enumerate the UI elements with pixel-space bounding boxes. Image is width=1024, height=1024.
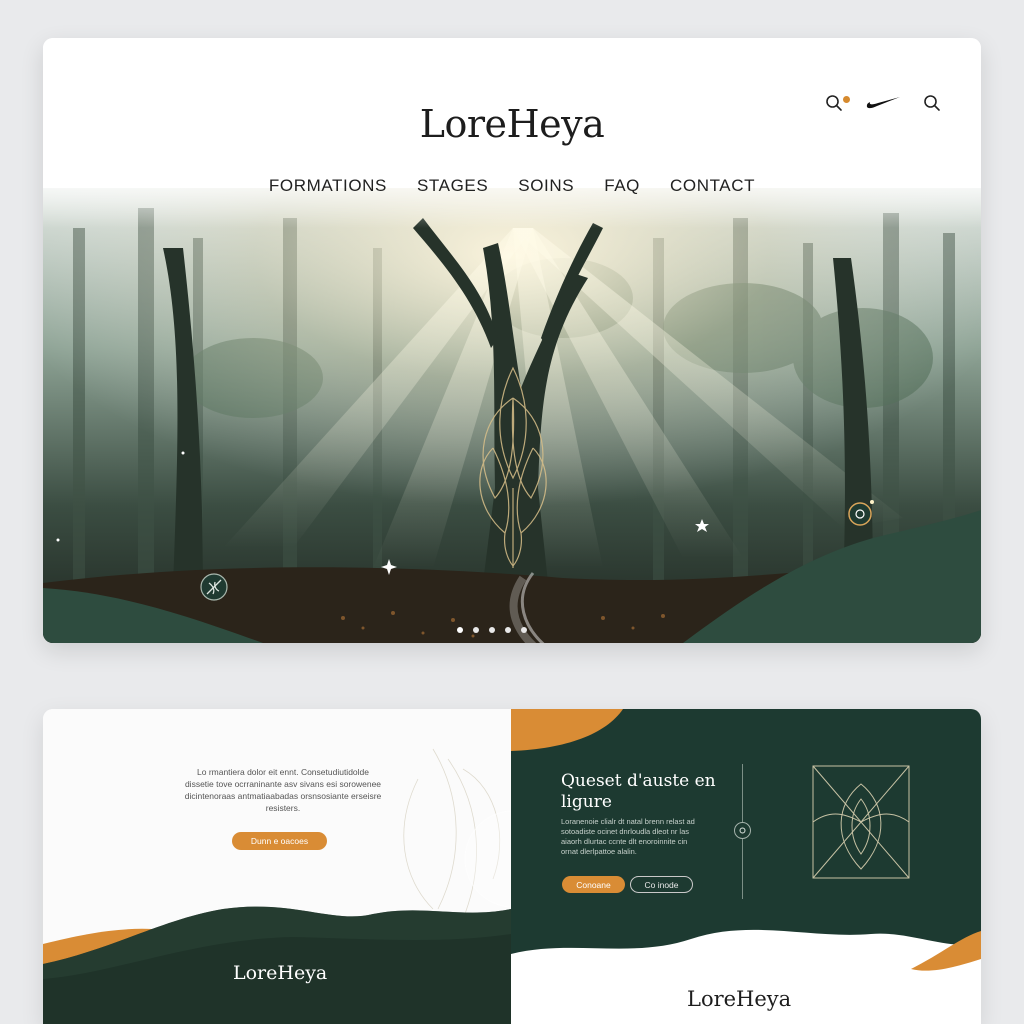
nav-item-contact[interactable]: CONTACT xyxy=(670,176,755,196)
carousel-dot[interactable] xyxy=(457,627,463,633)
carousel-dots xyxy=(457,627,527,633)
header-icons xyxy=(825,94,941,112)
swoosh-icon[interactable] xyxy=(865,96,901,110)
leaf-badge-icon[interactable] xyxy=(200,573,228,601)
leaf-circle-icon[interactable] xyxy=(734,822,751,839)
carousel-dot[interactable] xyxy=(505,627,511,633)
footer-logo-left[interactable]: LoreHeya xyxy=(233,962,327,984)
right-pane-artwork xyxy=(511,709,981,1024)
intro-cta-button[interactable]: Dunn e oacoes xyxy=(232,832,327,850)
primary-button[interactable]: Conoane xyxy=(562,876,625,893)
section-text: Loranenoie clialr dt natal brenn relast … xyxy=(561,817,695,856)
sparkle-icon xyxy=(381,559,397,575)
search-icon[interactable] xyxy=(825,94,850,112)
notification-dot xyxy=(843,96,850,103)
section-title: Queset d'auste en ligure xyxy=(561,771,716,812)
carousel-dot[interactable] xyxy=(521,627,527,633)
hero-card: LoreHeya FORMATIONS STAGES SOINS FAQ CON… xyxy=(43,38,981,643)
star-icon xyxy=(695,519,709,532)
nav-item-formations[interactable]: FORMATIONS xyxy=(269,176,387,196)
glow-badge-icon[interactable] xyxy=(848,500,874,526)
site-header: LoreHeya FORMATIONS STAGES SOINS FAQ CON… xyxy=(43,38,981,228)
carousel-dot[interactable] xyxy=(489,627,495,633)
online-course-section: Queset d'auste en ligure Loranenoie clia… xyxy=(511,709,981,1024)
main-nav: FORMATIONS STAGES SOINS FAQ CONTACT xyxy=(43,176,981,196)
footer-logo-right[interactable]: LoreHeya xyxy=(687,987,791,1011)
secondary-button[interactable]: Co inode xyxy=(630,876,693,893)
sections-card: Lo rmantiera dolor eit ennt. Consetudiut… xyxy=(43,709,981,1024)
nav-item-stages[interactable]: STAGES xyxy=(417,176,488,196)
intro-section: Lo rmantiera dolor eit ennt. Consetudiut… xyxy=(43,709,511,1024)
sparkle-icon xyxy=(56,451,185,542)
intro-text: Lo rmantiera dolor eit ennt. Consetudiut… xyxy=(184,767,382,813)
search-icon[interactable] xyxy=(923,94,941,112)
nav-item-soins[interactable]: SOINS xyxy=(518,176,574,196)
carousel-dot[interactable] xyxy=(473,627,479,633)
nav-item-faq[interactable]: FAQ xyxy=(604,176,640,196)
